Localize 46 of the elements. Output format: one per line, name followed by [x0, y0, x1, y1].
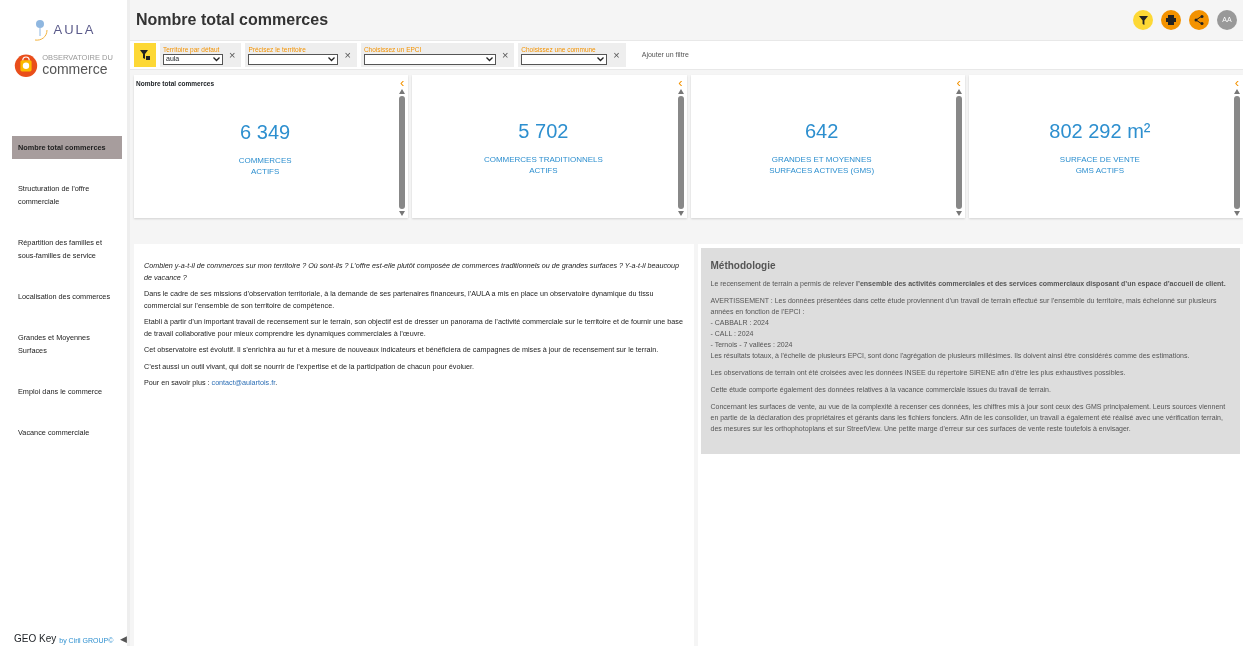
kpi-caption: COMMERCES ACTIFS: [238, 154, 292, 177]
caret-icon: [485, 57, 493, 62]
scroll-down-icon[interactable]: [677, 211, 684, 216]
print-icon: [1166, 15, 1176, 25]
scroll-up-icon[interactable]: [677, 89, 684, 94]
remove-filter-button[interactable]: ×: [229, 46, 236, 64]
filter-select[interactable]: [248, 54, 339, 65]
kpi-caption: SURFACE DE VENTE GMS ACTIFS: [1059, 154, 1140, 176]
scroll-down-icon[interactable]: [1234, 211, 1240, 216]
kpi-caption: COMMERCES TRADITIONNELS ACTIFS: [483, 154, 603, 176]
methodology-title: Méthodologie: [710, 260, 777, 272]
kpi-caption: GRANDES ET MOYENNES SURFACES ACTIVES (GMS): [769, 154, 875, 176]
kpi-value: 802 292 m²: [1049, 119, 1151, 144]
caret-icon: [597, 57, 605, 62]
scroll-down-icon[interactable]: [399, 211, 406, 216]
print-button[interactable]: [1161, 10, 1181, 30]
footer-brand: GEO Key: [14, 632, 57, 646]
scroll-down-icon[interactable]: [955, 211, 962, 216]
scrollbar[interactable]: [398, 89, 407, 216]
filter-select[interactable]: [363, 54, 496, 65]
kpi-value: 5 702: [518, 119, 569, 144]
filter-select[interactable]: [521, 54, 608, 65]
clear-filters-button[interactable]: [134, 43, 156, 67]
remove-filter-button[interactable]: ×: [501, 46, 509, 64]
filter-clear-icon: [140, 50, 150, 60]
page-title: Nombre total commerces: [136, 10, 329, 30]
remove-filter-button[interactable]: ×: [344, 46, 351, 64]
caret-icon: [213, 57, 220, 62]
remove-filter-button[interactable]: ×: [613, 46, 620, 64]
filter-button[interactable]: [1133, 10, 1153, 30]
aula-logo-text: AULA: [53, 21, 96, 40]
kpi-value: 642: [804, 119, 839, 144]
caret-icon: [328, 57, 336, 62]
scrollbar[interactable]: [676, 89, 685, 216]
share-button[interactable]: [1189, 10, 1209, 30]
observatory-name: commerce: [42, 62, 109, 77]
scrollbar[interactable]: [954, 89, 963, 216]
scrollbar[interactable]: [1233, 89, 1241, 216]
scroll-up-icon[interactable]: [399, 89, 406, 94]
shopping-bag-icon: [14, 52, 39, 78]
scroll-up-icon[interactable]: [1234, 89, 1240, 94]
scroll-up-icon[interactable]: [955, 89, 962, 94]
filter-icon: [1138, 15, 1148, 25]
share-icon: [1194, 15, 1204, 25]
kpi-value: 6 349: [240, 119, 291, 145]
collapse-sidebar-button[interactable]: ◀: [120, 632, 128, 646]
